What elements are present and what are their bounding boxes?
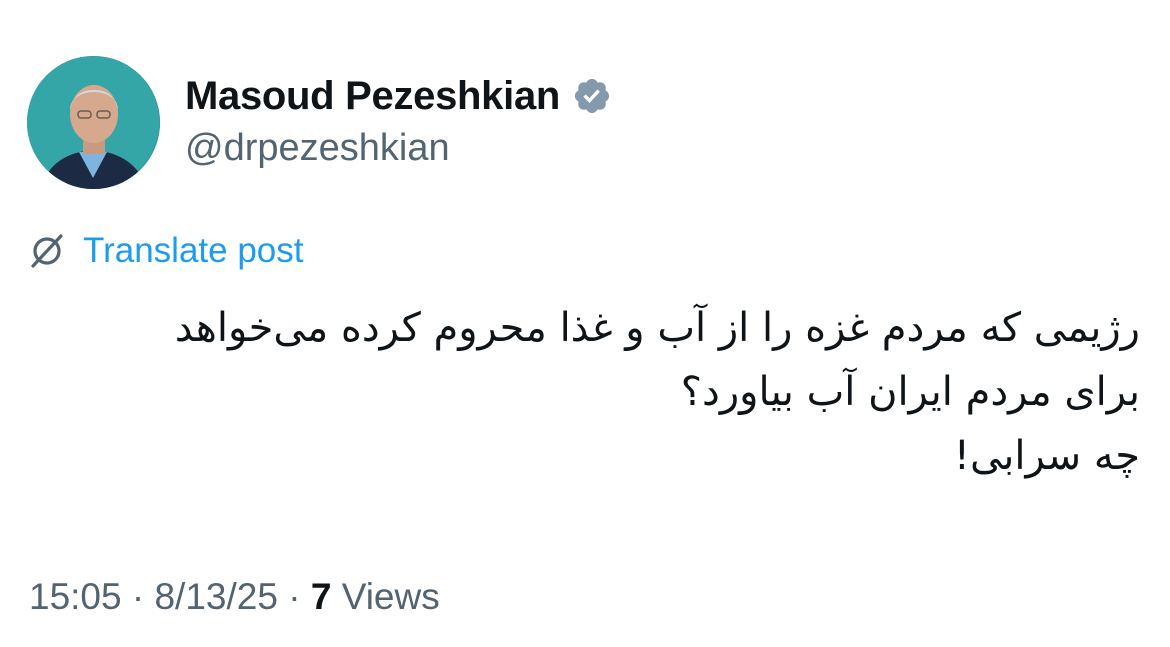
post-date[interactable]: 8/13/25 (154, 576, 277, 617)
views-label[interactable]: Views (342, 576, 440, 617)
post-time[interactable]: 15:05 (29, 576, 122, 617)
verified-badge-icon[interactable] (572, 76, 612, 116)
author-handle[interactable]: @drpezeshkian (185, 127, 450, 170)
translate-post-button[interactable]: Translate post (27, 228, 303, 274)
avatar-image (27, 56, 160, 189)
translate-icon (27, 231, 67, 271)
avatar[interactable] (27, 56, 160, 189)
post-text-line: برای مردم ایران آب بیاورد؟ (680, 369, 1140, 415)
meta-separator: · (288, 576, 301, 617)
post-text: رژیمی که مردم غزه را از آب و غذا محروم ک… (30, 296, 1140, 488)
translate-post-label[interactable]: Translate post (83, 231, 303, 271)
views-count[interactable]: 7 (311, 576, 332, 617)
post-text-line: رژیمی که مردم غزه را از آب و غذا محروم ک… (174, 305, 1140, 351)
post-text-line: چه سرابی! (953, 433, 1140, 479)
post-card: Masoud Pezeshkian @drpezeshkian Translat… (0, 0, 1170, 647)
meta-separator: · (131, 576, 145, 617)
author-display-name[interactable]: Masoud Pezeshkian (185, 74, 560, 119)
post-meta: 15:05 · 8/13/25 · 7 Views (29, 576, 440, 618)
author-name-row: Masoud Pezeshkian (185, 70, 612, 122)
